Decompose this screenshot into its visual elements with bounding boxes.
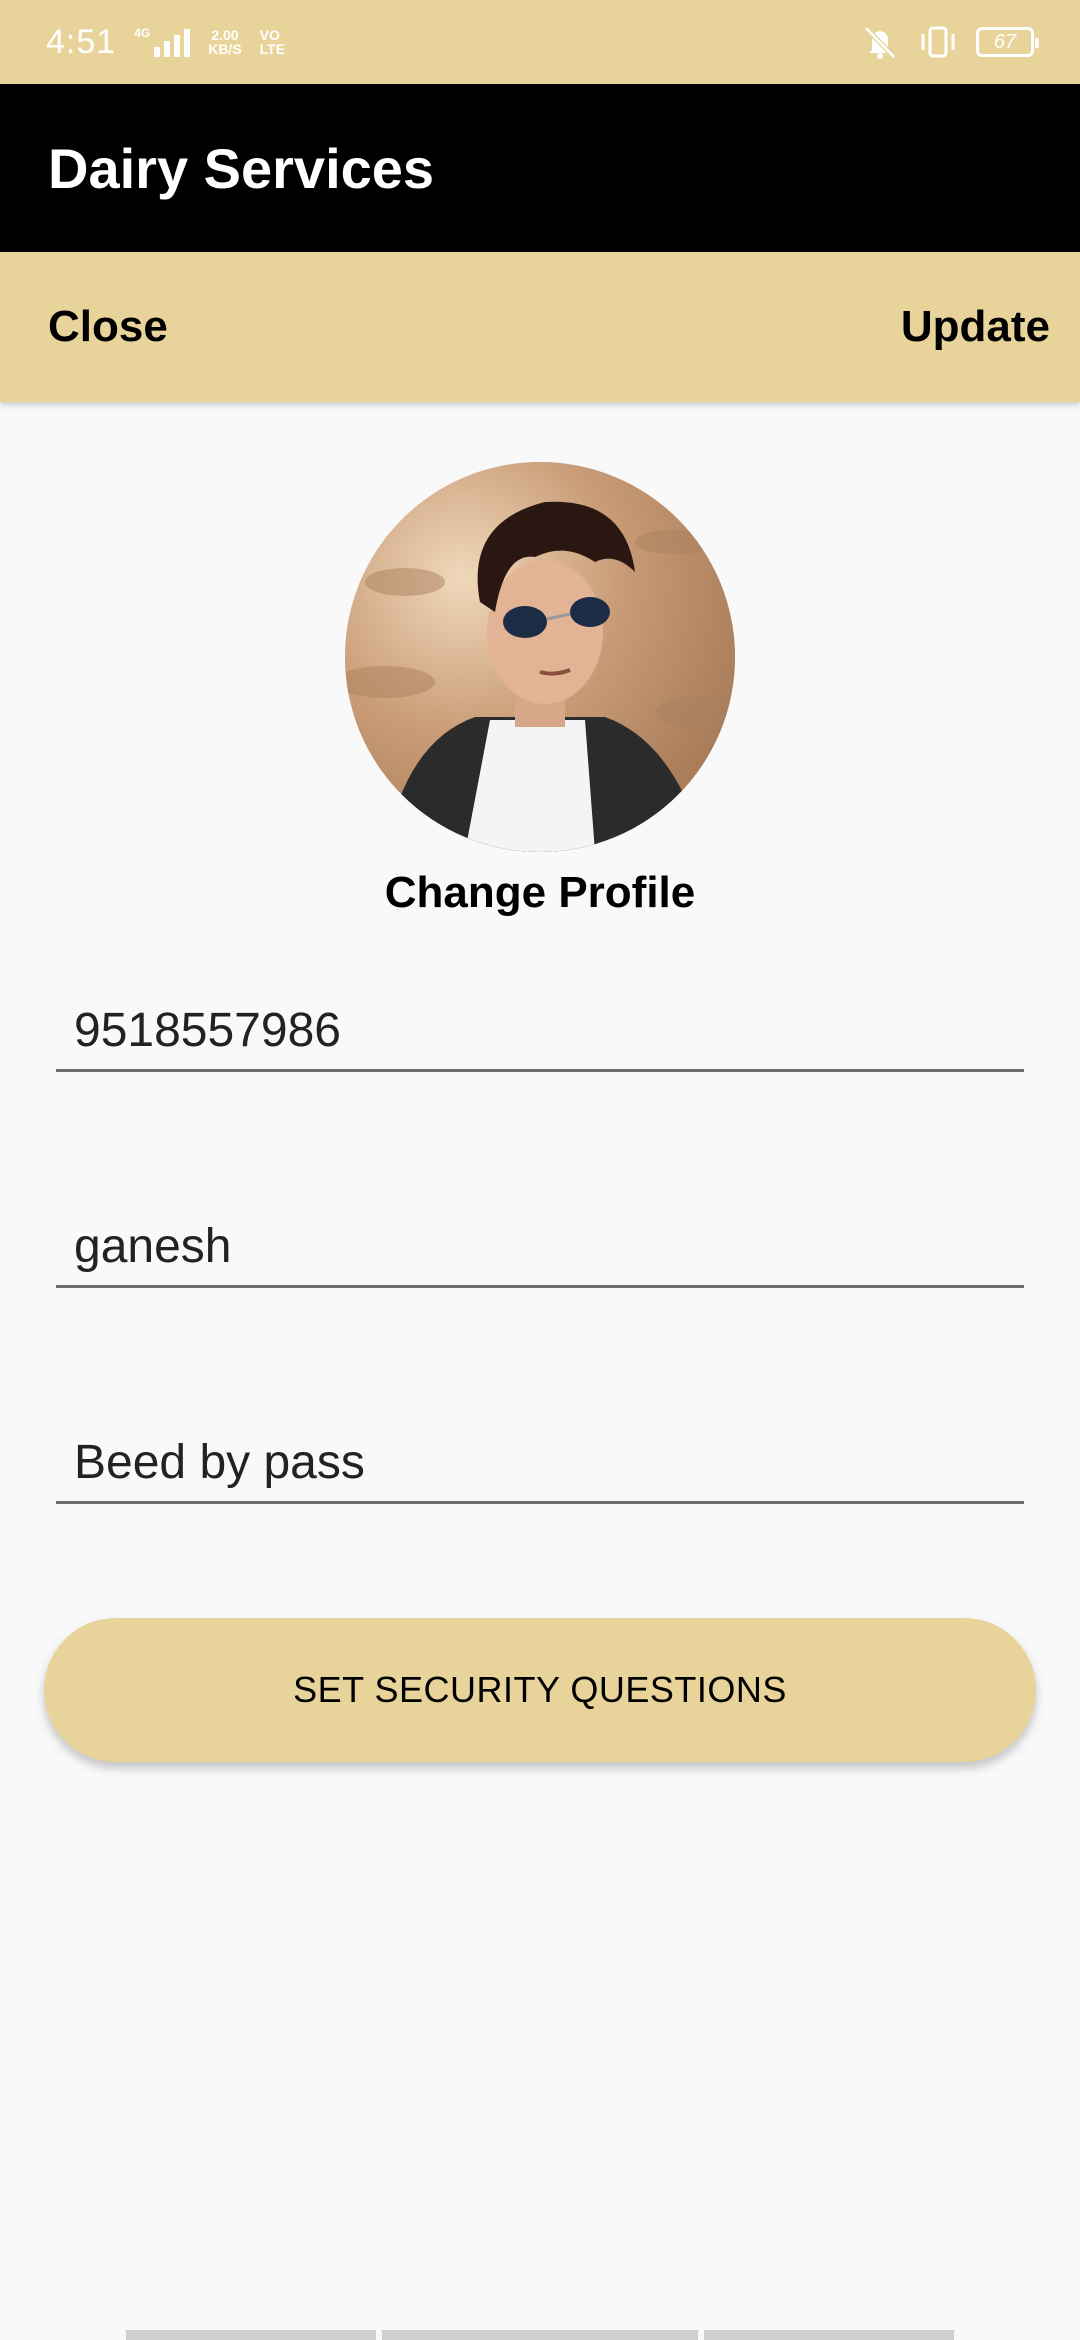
nav-hint-bar-center	[382, 2330, 698, 2340]
status-left: 4:51 4G 2.00 KB/S VO LTE	[46, 23, 285, 62]
action-bar: Close Update	[0, 252, 1080, 402]
nav-hint-bar-left	[126, 2330, 376, 2340]
network-type: 4G	[134, 26, 151, 40]
net-speed: 2.00 KB/S	[208, 28, 241, 56]
update-button[interactable]: Update	[901, 302, 1050, 352]
address-field[interactable]	[56, 1424, 1024, 1504]
signal-icon	[154, 27, 191, 57]
mute-icon	[860, 24, 900, 60]
profile-avatar[interactable]	[345, 462, 735, 852]
address-input[interactable]	[56, 1424, 1024, 1501]
name-field[interactable]	[56, 1208, 1024, 1288]
close-button[interactable]: Close	[48, 302, 168, 352]
avatar-photo	[345, 462, 735, 852]
app-title: Dairy Services	[48, 136, 435, 200]
phone-field[interactable]	[56, 992, 1024, 1072]
status-right: 67	[860, 24, 1039, 60]
net-speed-value: 2.00	[211, 27, 239, 43]
status-time: 4:51	[46, 22, 117, 61]
status-bar: 4:51 4G 2.00 KB/S VO LTE 67	[0, 0, 1080, 84]
volte-vo: VO	[259, 27, 280, 43]
battery-icon: 67	[976, 27, 1039, 57]
volte-indicator: VO LTE	[260, 28, 285, 56]
nav-hint-bar-right	[704, 2330, 954, 2340]
net-speed-unit: KB/S	[208, 41, 242, 57]
phone-input[interactable]	[56, 992, 1024, 1069]
volte-lte: LTE	[259, 41, 286, 57]
set-security-questions-button[interactable]: SET SECURITY QUESTIONS	[44, 1618, 1036, 1762]
name-input[interactable]	[56, 1208, 1024, 1285]
app-bar: Dairy Services	[0, 84, 1080, 252]
vibrate-icon	[918, 24, 958, 60]
signal-group: 4G	[134, 26, 191, 57]
change-profile-link[interactable]: Change Profile	[0, 868, 1080, 918]
